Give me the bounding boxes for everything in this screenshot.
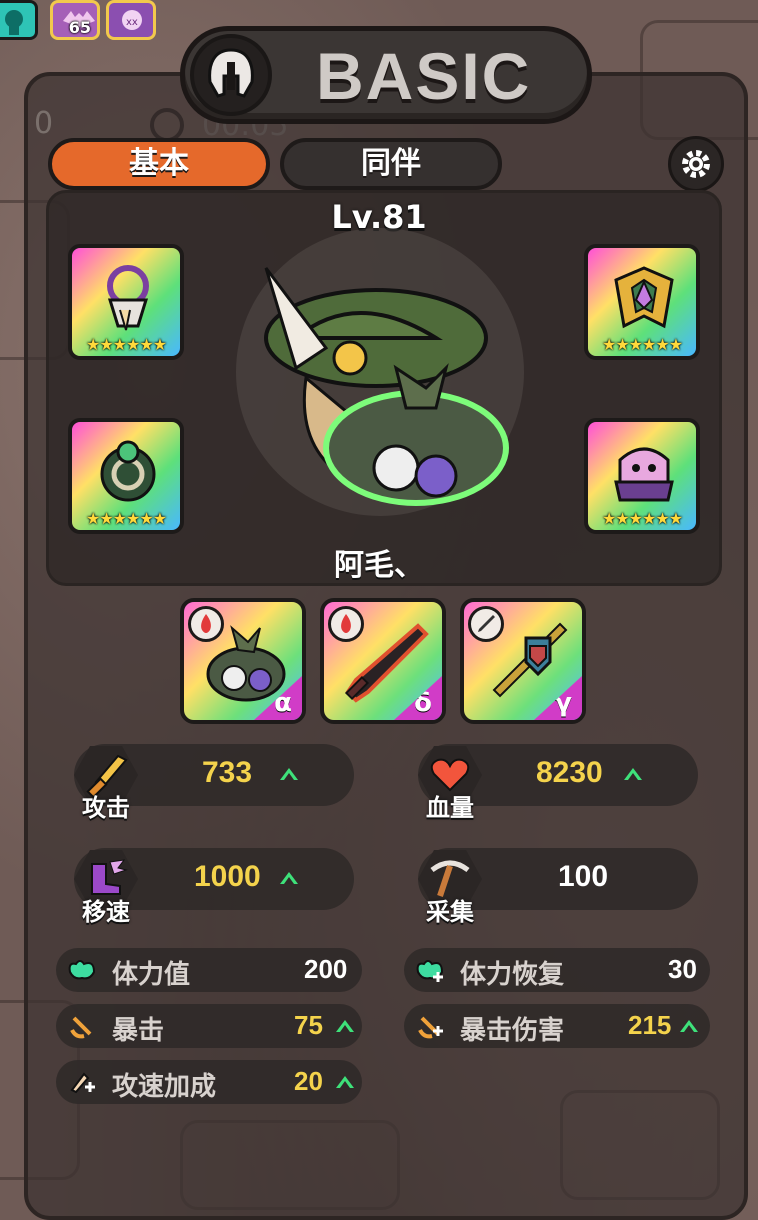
substat-stamina: 体力值 200	[56, 948, 362, 992]
substat-label: 体力值	[112, 960, 191, 990]
substat-label: 暴击伤害	[460, 1016, 565, 1046]
crit-icon	[70, 1016, 92, 1039]
upgrade-arrow-icon[interactable]	[680, 1020, 698, 1032]
substat-crit: 暴击 75	[56, 1004, 362, 1048]
hero-name: 阿毛、	[334, 548, 424, 583]
attack-speed-icon	[70, 1072, 95, 1094]
equip-slot-necklace[interactable]: ★★★★★★	[68, 244, 184, 360]
fire-element-icon	[328, 606, 364, 642]
star-rating: ★★★★★★	[85, 509, 167, 528]
equip-slot-armor[interactable]: ★★★★★★	[584, 244, 700, 360]
upgrade-arrow-icon[interactable]	[336, 1076, 354, 1088]
upgrade-arrow-icon[interactable]	[280, 768, 298, 780]
svg-text:xx: xx	[126, 17, 138, 28]
hero-sprite-icon	[264, 267, 509, 506]
stat-value: 8230	[536, 756, 603, 789]
tab-companion[interactable]: 同伴	[280, 138, 502, 190]
bat-count: 65	[68, 18, 91, 37]
stat-label: 血量	[426, 794, 474, 822]
fire-element-icon	[188, 606, 224, 642]
stat-label: 采集	[426, 898, 474, 926]
skill-slot-gamma[interactable]: γ	[460, 598, 586, 724]
helmet-icon	[190, 34, 272, 116]
substat-value: 215	[628, 1010, 672, 1040]
page-title: BASIC	[316, 39, 532, 113]
stamina-icon	[68, 960, 96, 980]
star-rating: ★★★★★★	[601, 335, 683, 354]
stat-label: 攻击	[82, 794, 130, 822]
equip-slot-ring[interactable]: ★★★★★★	[68, 418, 184, 534]
equip-slot-boots[interactable]: ★★★★★★	[584, 418, 700, 534]
upgrade-arrow-icon[interactable]	[336, 1020, 354, 1032]
golden-armor-icon	[614, 266, 674, 329]
skill-slot-delta[interactable]: δ	[320, 598, 446, 724]
tab-basic[interactable]: 基本	[48, 138, 270, 190]
bat-status-icon[interactable]: 65	[50, 0, 100, 40]
jade-ring-icon	[100, 440, 156, 502]
substat-attack-speed: 攻速加成 20	[56, 1060, 362, 1104]
gear-icon	[682, 150, 710, 178]
star-rating: ★★★★★★	[85, 335, 167, 354]
upgrade-arrow-icon[interactable]	[624, 768, 642, 780]
substat-value: 20	[294, 1066, 323, 1096]
substat-label: 暴击	[112, 1016, 165, 1046]
stamina-regen-icon	[416, 960, 444, 982]
substat-value: 75	[294, 1010, 323, 1040]
substat-label: 体力恢复	[460, 960, 565, 990]
stat-label: 移速	[82, 898, 130, 926]
stat-value: 733	[202, 756, 253, 789]
substat-value: 200	[304, 954, 348, 984]
hero-portrait	[236, 228, 524, 516]
upgrade-arrow-icon[interactable]	[280, 872, 298, 884]
reaper-status-icon[interactable]	[0, 0, 38, 40]
stat-value: 100	[558, 860, 609, 893]
crit-damage-icon	[418, 1016, 443, 1039]
star-rating: ★★★★★★	[601, 509, 683, 528]
skull-necklace-icon	[107, 265, 149, 331]
stat-value: 1000	[194, 860, 261, 893]
substat-crit-damage: 暴击伤害 215	[404, 1004, 710, 1048]
skull-status-icon[interactable]: xx	[106, 0, 156, 40]
substat-stamina-regen: 体力恢复 30	[404, 948, 710, 992]
substat-label: 攻速加成	[112, 1072, 217, 1102]
skill-slot-alpha[interactable]: α	[180, 598, 306, 724]
pink-beast-boots-icon	[614, 447, 674, 502]
substat-value: 30	[668, 954, 697, 984]
settings-button[interactable]	[668, 136, 724, 192]
ghost-counter: 0	[34, 106, 54, 141]
clock-icon	[150, 108, 184, 142]
blade-element-icon	[468, 606, 504, 642]
